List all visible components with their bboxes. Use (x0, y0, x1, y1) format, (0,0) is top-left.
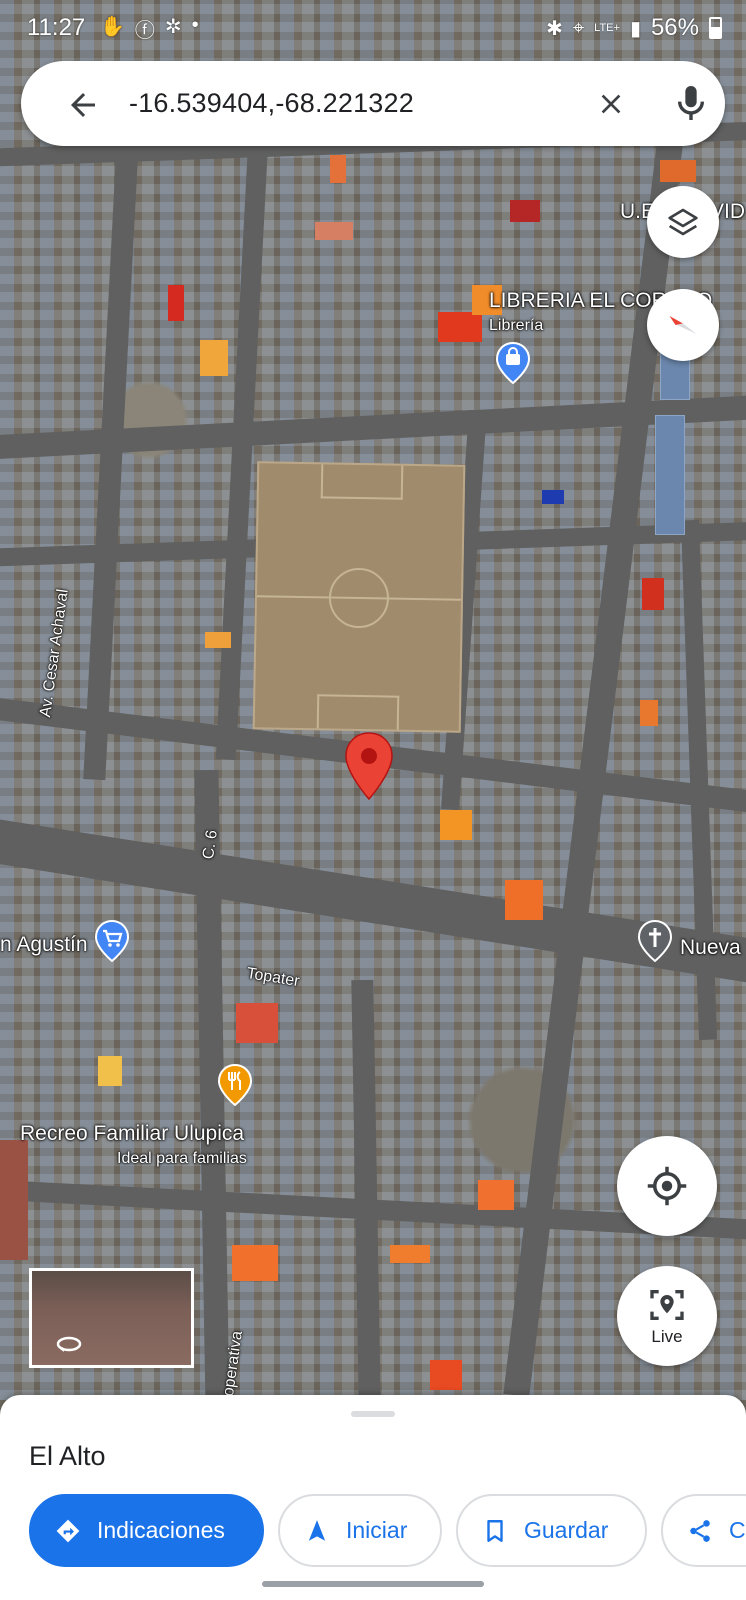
live-label: Live (651, 1327, 683, 1346)
save-label: Guardar (524, 1517, 609, 1543)
dropped-pin-icon[interactable] (345, 732, 393, 800)
battery-percent: 56% (650, 14, 699, 41)
roof (168, 285, 184, 321)
map-label-bookstore-category: Librería (489, 317, 544, 334)
restaurant-pin-icon[interactable] (218, 1064, 252, 1106)
roof (200, 340, 228, 376)
arrow-left-icon[interactable] (65, 87, 101, 123)
live-view-button[interactable]: Live (617, 1266, 717, 1366)
roof (315, 222, 353, 240)
roof (655, 415, 685, 535)
shopping-cart-pin-icon[interactable] (95, 920, 129, 962)
directions-icon (56, 1519, 80, 1542)
map-label-store-agustin[interactable]: n Agustín (0, 933, 88, 957)
bookmark-icon (487, 1519, 503, 1542)
compass-button[interactable] (647, 289, 719, 361)
map-label-restaurant[interactable]: Recreo Familiar Ulupica (20, 1122, 244, 1146)
save-button[interactable]: Guardar (456, 1494, 647, 1567)
street-label-topater: Topater (245, 965, 301, 991)
roof (390, 1245, 430, 1263)
dot-icon: • (191, 14, 199, 36)
map-label-bookstore[interactable]: LIBRERIA EL COR (489, 289, 667, 313)
action-chips: Indicaciones Iniciar Guardar Co (29, 1494, 746, 1567)
facebook-icon: ⓕ (134, 20, 155, 42)
network-type: LTE+ (594, 22, 620, 34)
status-right: ✱ ⌖ LTE+ ▮ 56% (546, 14, 722, 42)
map-label-church-nueva[interactable]: Nueva (680, 936, 741, 960)
start-label: Iniciar (346, 1517, 408, 1543)
status-time: 11:27 (27, 14, 86, 41)
gesture-home-bar[interactable] (262, 1581, 484, 1587)
location-icon: ⌖ (572, 16, 585, 39)
roof (236, 1003, 278, 1043)
navigation-arrow-icon (308, 1519, 326, 1541)
app-notification-icon: ✲ (164, 16, 182, 38)
roof (438, 312, 482, 342)
place-title: El Alto (29, 1441, 106, 1471)
roof (0, 1140, 28, 1260)
close-icon[interactable] (595, 88, 627, 120)
roof (510, 200, 540, 222)
roof (98, 1056, 122, 1086)
360-rotate-icon (56, 1336, 82, 1352)
my-location-button[interactable] (617, 1136, 717, 1236)
directions-button[interactable]: Indicaciones (29, 1494, 264, 1567)
compass-icon (669, 316, 697, 334)
bluetooth-icon: ✱ (546, 17, 563, 40)
roof (205, 632, 231, 648)
road (83, 139, 139, 781)
directions-label: Indicaciones (97, 1517, 225, 1543)
battery-icon (709, 17, 722, 39)
soccer-field (252, 461, 466, 733)
layers-button[interactable] (647, 186, 719, 258)
share-label: Co (729, 1517, 746, 1543)
roof (330, 155, 346, 183)
share-button[interactable]: Co (661, 1494, 746, 1567)
roof (505, 880, 543, 920)
church-pin-icon[interactable] (638, 920, 672, 962)
place-bottom-sheet[interactable]: El Alto Indicaciones Iniciar Guardar Co (0, 1395, 746, 1600)
roof (478, 1180, 514, 1210)
roof (640, 700, 658, 726)
notification-icons: ✋ ⓕ ✲ • (100, 14, 199, 43)
start-button[interactable]: Iniciar (278, 1494, 442, 1567)
roof (642, 578, 664, 610)
search-input[interactable]: -16.539404,-68.221322 (129, 88, 414, 119)
my-location-icon (647, 1166, 687, 1206)
signal-icon: ▮ (629, 17, 641, 40)
status-bar: 11:27 ✋ ⓕ ✲ • ✱ ⌖ LTE+ ▮ 56% (0, 0, 746, 56)
road (351, 979, 381, 1400)
roof (232, 1245, 278, 1281)
street-label-cesar-achaval: Av. Cesar Achaval (37, 588, 72, 719)
layers-icon (668, 208, 698, 236)
map-label-restaurant-tagline: Ideal para familias (117, 1150, 247, 1167)
sheet-drag-handle[interactable] (351, 1411, 395, 1417)
roof (430, 1360, 462, 1390)
notification-icon: ✋ (100, 16, 125, 38)
bookstore-pin-icon[interactable] (496, 342, 530, 384)
roof (660, 160, 696, 182)
microphone-icon[interactable] (674, 83, 708, 123)
share-icon (690, 1519, 710, 1542)
live-view-icon (650, 1290, 684, 1320)
roof (542, 490, 564, 504)
search-bar[interactable]: -16.539404,-68.221322 (21, 61, 725, 146)
street-view-thumbnail[interactable] (29, 1268, 194, 1368)
roof (440, 810, 472, 840)
